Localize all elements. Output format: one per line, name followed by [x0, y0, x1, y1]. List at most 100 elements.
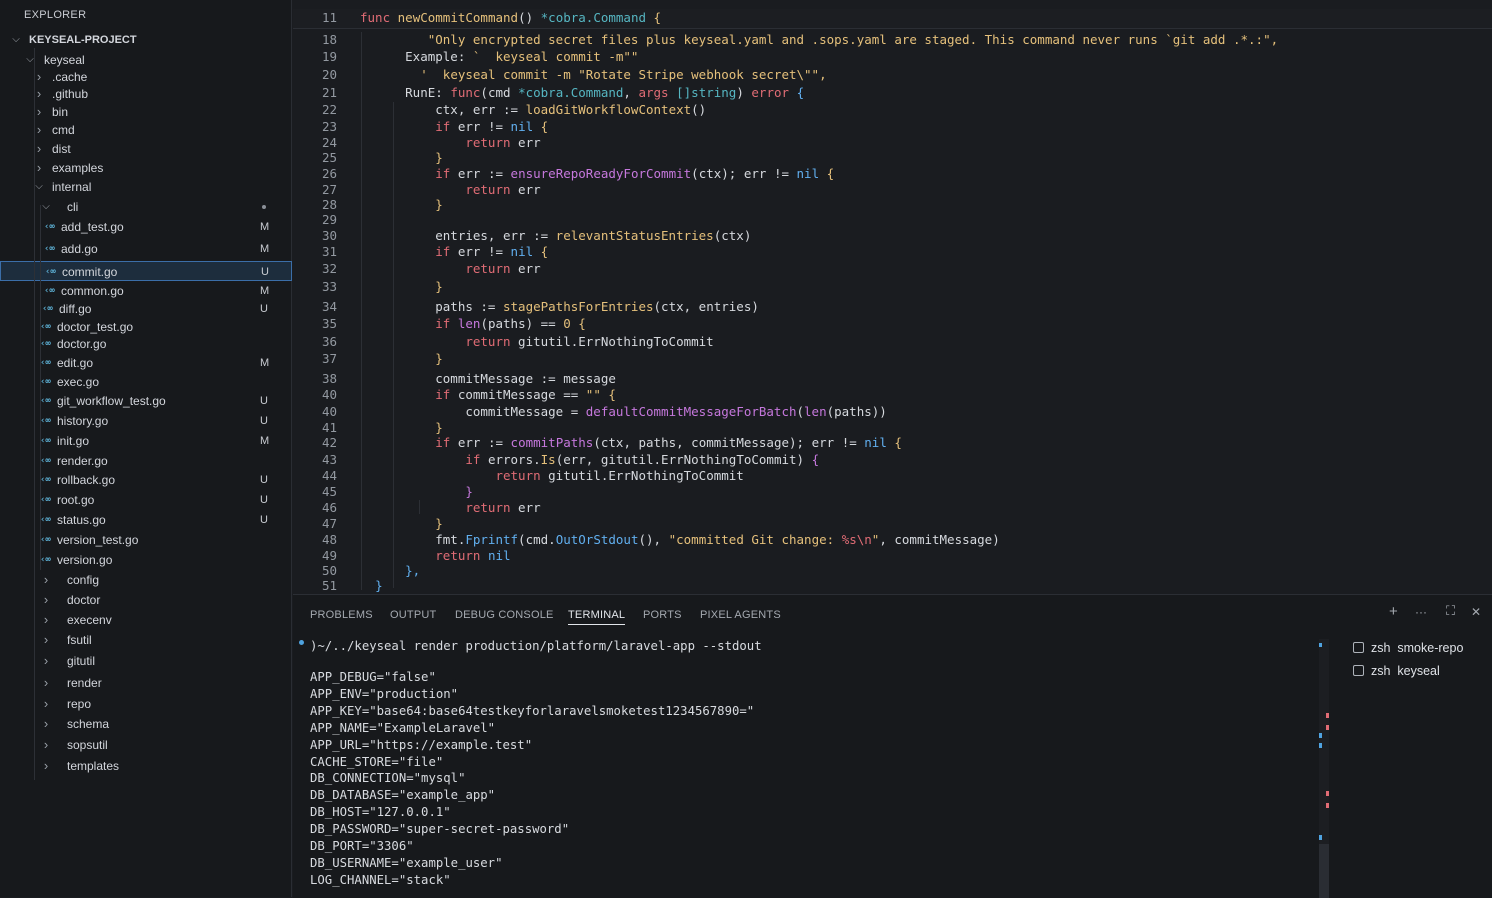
line-number: 46 [321, 500, 337, 515]
tab-terminal[interactable]: TERMINAL [568, 609, 626, 625]
file-item[interactable]: ‹∞ diff.go U [0, 299, 292, 319]
code-token: } [435, 279, 443, 294]
code-token: if [435, 119, 451, 134]
file-item[interactable]: ‹∞ render.go [0, 451, 292, 471]
terminal-output[interactable]: )~/../keyseal render production/platform… [293, 631, 1323, 898]
git-status-badge: M [260, 285, 270, 297]
folder-item[interactable]: › render [0, 673, 292, 693]
code-token: , [623, 85, 639, 100]
code-text: return gitutil.ErrNothingToCommit [360, 333, 713, 350]
code-line: 46 return err [293, 499, 1492, 516]
line-number: 37 [321, 351, 337, 366]
scrollbar-thumb[interactable] [1319, 844, 1329, 898]
tab-pixel-agents[interactable]: PIXEL AGENTS [700, 609, 781, 621]
code-token: err := [450, 166, 511, 181]
file-item[interactable]: ‹∞ exec.go [0, 372, 292, 392]
file-item[interactable]: ‹∞ git_workflow_test.go U [0, 391, 292, 411]
folder-item[interactable]: › doctor [0, 590, 292, 610]
code-token: { [533, 119, 549, 134]
file-item[interactable]: ‹∞ version.go [0, 550, 292, 570]
code-token: }, [405, 563, 421, 578]
chevron-right-icon: › [43, 653, 49, 668]
terminal-icon [1353, 642, 1364, 654]
go-file-icon: ‹∞ [40, 495, 51, 505]
line-number: 30 [321, 228, 337, 243]
folder-item[interactable]: › dist [0, 139, 292, 159]
code-token: func [360, 10, 398, 25]
close-panel-icon[interactable]: ✕ [1471, 605, 1481, 619]
code-token: entries, err := [360, 228, 556, 243]
code-line: 23 if err != nil { [293, 118, 1492, 135]
line-number: 38 [321, 371, 337, 386]
folder-item[interactable]: › cmd [0, 120, 292, 140]
tab-debug-console[interactable]: DEBUG CONSOLE [455, 609, 554, 621]
folder-item[interactable]: › templates [0, 756, 292, 776]
folder-item[interactable]: › sopsutil [0, 735, 292, 755]
file-item[interactable]: ‹∞ add.go M [0, 239, 292, 259]
folder-item[interactable]: ⌵ cli [0, 197, 292, 217]
file-item[interactable]: ‹∞ root.go U [0, 490, 292, 510]
code-token: error [751, 85, 790, 100]
folder-item[interactable]: › schema [0, 714, 292, 734]
code-editor[interactable]: 11 func newCommitCommand() *cobra.Command… [293, 0, 1492, 593]
folder-item[interactable]: › gitutil [0, 651, 292, 671]
folder-item[interactable]: › execenv [0, 610, 292, 630]
file-item[interactable]: ‹∞ status.go U [0, 510, 292, 530]
tree-item-label: fsutil [67, 633, 92, 647]
code-token: OutOrStdout [555, 532, 639, 547]
folder-item[interactable]: › repo [0, 694, 292, 714]
file-item[interactable]: ‹∞ init.go M [0, 431, 292, 451]
code-line: 33 } [293, 278, 1492, 295]
code-token: return [465, 261, 511, 276]
folder-item[interactable]: › examples [0, 158, 292, 178]
project-name: KEYSEAL-PROJECT [29, 34, 137, 46]
file-item[interactable]: ‹∞ commit.go U [0, 261, 292, 281]
code-token: if [435, 435, 451, 450]
folder-item[interactable]: ⌵ internal [0, 177, 292, 197]
chevron-down-icon: ⌵ [12, 34, 20, 45]
chevron-right-icon: › [43, 758, 49, 773]
code-token: args [638, 85, 669, 100]
folder-item[interactable]: › bin [0, 102, 292, 122]
file-item[interactable]: ‹∞ add_test.go M [0, 217, 292, 237]
code-token: stagePathsForEntries [503, 299, 654, 314]
tab-output[interactable]: OUTPUT [390, 609, 436, 621]
file-item[interactable]: ‹∞ common.go M [0, 281, 292, 301]
tree-item-label: gitutil [67, 654, 96, 668]
terminal-instance[interactable]: zsh smoke-repo [1353, 639, 1463, 657]
chevron-right-icon: › [43, 716, 49, 731]
add-terminal-icon[interactable]: + [1389, 603, 1398, 620]
go-file-icon: ‹∞ [40, 377, 51, 387]
maximize-panel-icon[interactable]: ⛶ [1446, 603, 1455, 619]
tab-ports[interactable]: PORTS [643, 609, 682, 621]
code-line: 40 commitMessage = defaultCommitMessageF… [293, 403, 1492, 420]
file-item[interactable]: ‹∞ history.go U [0, 411, 292, 431]
file-item[interactable]: ‹∞ doctor.go [0, 334, 292, 354]
file-item[interactable]: ‹∞ edit.go M [0, 353, 292, 373]
folder-item[interactable]: › .github [0, 84, 292, 104]
tab-problems[interactable]: PROBLEMS [310, 609, 373, 621]
terminal-scrollbar[interactable] [1319, 639, 1329, 898]
terminal-instance[interactable]: zsh keyseal [1353, 662, 1440, 680]
tree-item-label: doctor [67, 593, 101, 607]
code-text: if err != nil { [360, 118, 548, 135]
folder-item[interactable]: › config [0, 570, 292, 590]
code-text: commitMessage := message [360, 370, 616, 387]
chevron-right-icon: › [43, 612, 49, 627]
line-number: 43 [321, 452, 337, 467]
code-text: RunE: func(cmd *cobra.Command, args []st… [360, 84, 804, 101]
file-item[interactable]: ‹∞ rollback.go U [0, 470, 292, 490]
scroll-marker [1319, 643, 1322, 647]
code-token: } [435, 351, 443, 366]
file-item[interactable]: ‹∞ version_test.go [0, 530, 292, 550]
code-token: (cmd [480, 85, 519, 100]
terminal-line: APP_ENV="production" [310, 686, 459, 701]
code-token: ctx, err := [360, 102, 526, 117]
code-line: 37 } [293, 350, 1492, 367]
project-root[interactable]: ⌵ KEYSEAL-PROJECT [0, 30, 292, 50]
folder-item[interactable]: › fsutil [0, 630, 292, 650]
more-actions-icon[interactable]: ··· [1415, 605, 1427, 619]
